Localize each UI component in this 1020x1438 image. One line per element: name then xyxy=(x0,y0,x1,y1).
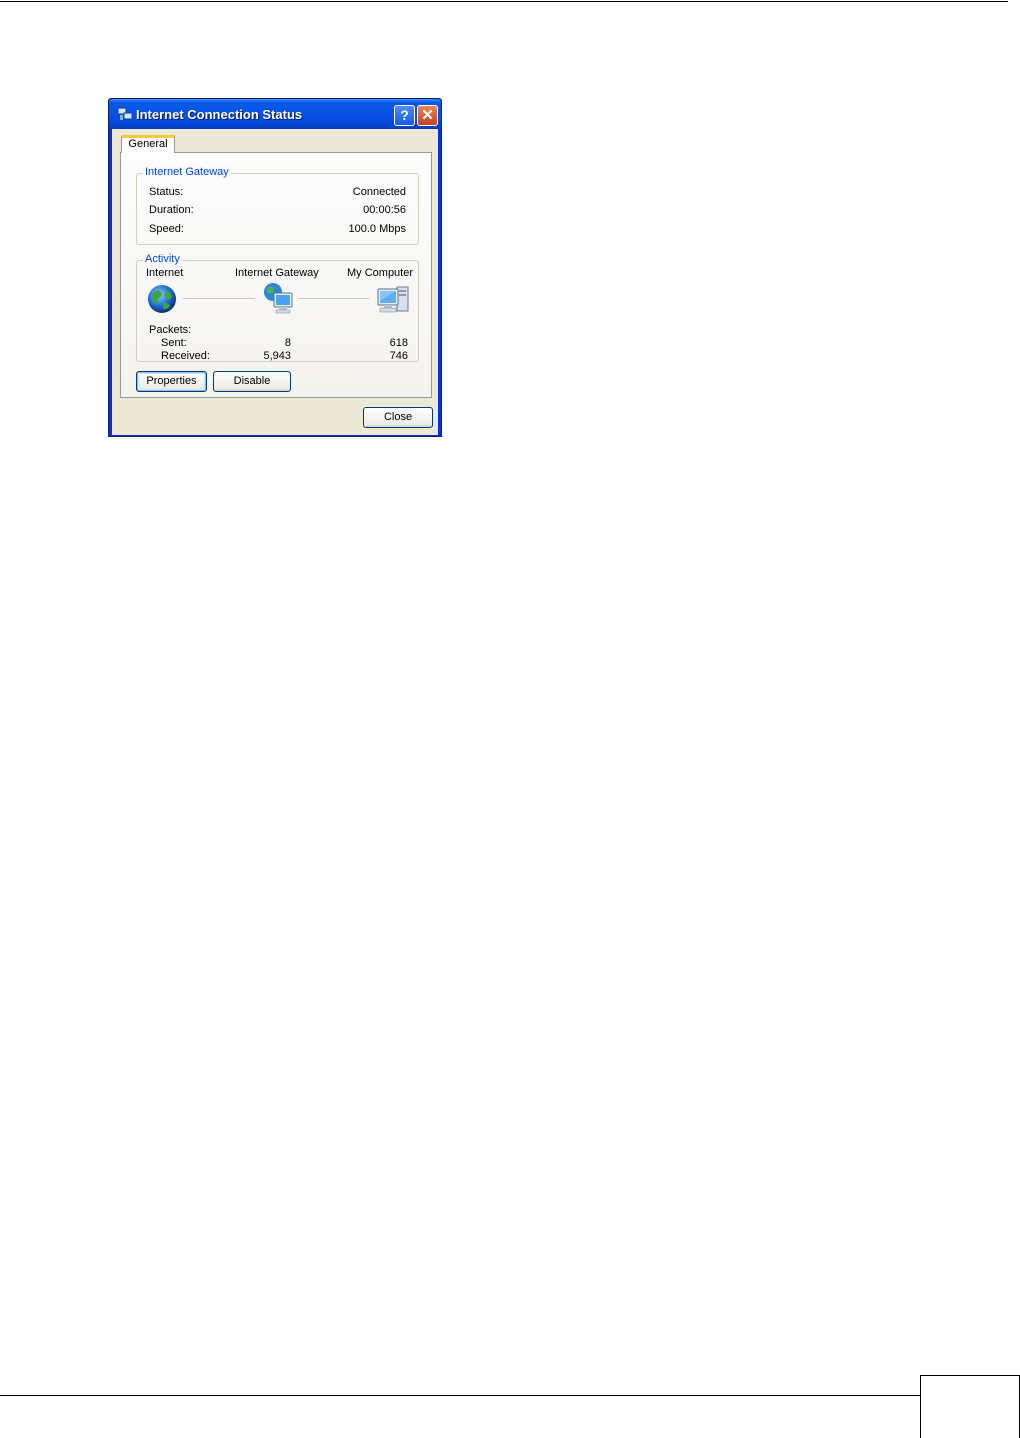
status-label: Status: xyxy=(149,186,184,198)
network-connection-icon xyxy=(117,107,133,120)
activity-group-title: Activity xyxy=(143,253,182,265)
received-gateway-value: 5,943 xyxy=(263,350,291,362)
activity-group: Activity Internet Internet Gateway My Co… xyxy=(136,253,419,362)
gateway-computer-icon xyxy=(264,283,293,314)
speed-label: Speed: xyxy=(149,223,184,235)
dialog-client-area: General Internet Gateway Status: Connect… xyxy=(112,129,438,435)
globe-icon xyxy=(148,285,176,313)
general-tab-panel: Internet Gateway Status: Connected Durat… xyxy=(120,152,432,398)
sent-label: Sent: xyxy=(161,337,187,349)
properties-button[interactable]: Properties xyxy=(136,371,207,392)
internet-gateway-group-title: Internet Gateway xyxy=(143,166,231,178)
close-title-button[interactable]: ✕ xyxy=(417,105,438,126)
help-button[interactable]: ? xyxy=(394,105,415,126)
status-value: Connected xyxy=(352,186,406,198)
page-number-box xyxy=(920,1375,1020,1438)
received-label: Received: xyxy=(161,350,210,362)
packets-label: Packets: xyxy=(149,324,192,336)
internet-connection-status-dialog: Internet Connection Status ? ✕ General I… xyxy=(108,98,442,437)
received-computer-value: 746 xyxy=(389,350,408,362)
link-line-left xyxy=(183,298,255,300)
title-bar[interactable]: Internet Connection Status ? ✕ xyxy=(109,99,441,129)
duration-value: 00:00:56 xyxy=(363,204,406,216)
disable-button[interactable]: Disable xyxy=(213,371,291,392)
duration-label: Duration: xyxy=(149,204,194,216)
sent-gateway-value: 8 xyxy=(284,337,291,349)
page-top-rule xyxy=(0,1,1008,2)
page-bottom-rule xyxy=(0,1395,920,1396)
dialog-title: Internet Connection Status xyxy=(136,107,303,122)
node-internet-label: Internet xyxy=(146,267,184,279)
internet-gateway-group: Internet Gateway Status: Connected Durat… xyxy=(136,166,419,245)
close-button[interactable]: Close xyxy=(363,407,433,428)
my-computer-icon xyxy=(377,286,409,313)
tab-general[interactable]: General xyxy=(121,135,175,153)
node-computer-label: My Computer xyxy=(347,267,414,279)
link-line-right xyxy=(299,298,369,300)
sent-computer-value: 618 xyxy=(389,337,408,349)
speed-value: 100.0 Mbps xyxy=(348,223,406,235)
node-gateway-label: Internet Gateway xyxy=(235,267,319,279)
